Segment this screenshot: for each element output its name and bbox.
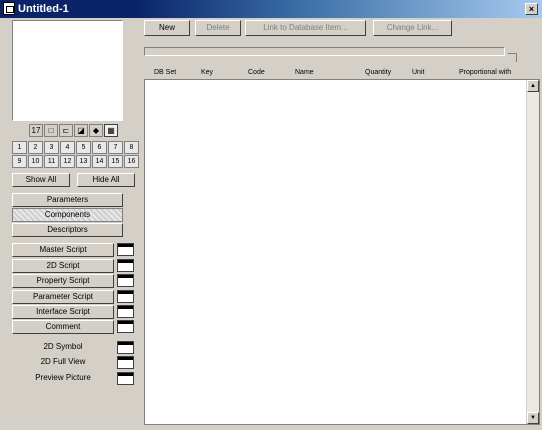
layer-button-10[interactable]: 10 [28,155,43,168]
layer-button-8[interactable]: 8 [124,141,139,154]
new-button[interactable]: New [144,20,190,36]
window-title: Untitled-1 [18,3,69,15]
column-header-name[interactable]: Name [295,69,314,76]
window-icon[interactable] [117,274,134,287]
column-header-code[interactable]: Code [248,69,265,76]
layer-button-12[interactable]: 12 [60,155,75,168]
layer-number-grid: 1 2 3 4 5 6 7 8 9 10 11 12 13 14 15 16 [12,141,139,168]
layer-button-14[interactable]: 14 [92,155,107,168]
window-icon[interactable] [117,243,134,256]
column-header-proportional[interactable]: Proportional with [459,69,511,76]
title-bar[interactable]: Untitled-1 × [0,0,542,18]
layer-button-15[interactable]: 15 [108,155,123,168]
layer-button-2[interactable]: 2 [28,141,43,154]
tab-parameters[interactable]: Parameters [12,193,123,207]
layer-button-6[interactable]: 6 [92,141,107,154]
view-monitor-icon[interactable]: ⊏ [59,124,73,137]
master-script-button[interactable]: Master Script [12,243,114,257]
window-icon[interactable] [117,372,134,385]
tab-components[interactable]: Components [12,208,123,222]
window-icon[interactable] [117,356,134,369]
window-icon[interactable] [117,290,134,303]
interface-script-button[interactable]: Interface Script [12,305,114,319]
column-header-key[interactable]: Key [201,69,213,76]
layer-button-1[interactable]: 1 [12,141,27,154]
change-link-button[interactable]: Change Link... [373,20,452,36]
resize-tick [508,53,517,62]
comment-button[interactable]: Comment [12,320,114,334]
layer-button-7[interactable]: 7 [108,141,123,154]
vertical-scrollbar[interactable]: ▲ ▼ [526,80,539,424]
window-icon[interactable] [117,259,134,272]
window-icon[interactable] [117,341,134,354]
layer-button-13[interactable]: 13 [76,155,91,168]
layer-button-11[interactable]: 11 [44,155,59,168]
close-button[interactable]: × [525,3,538,15]
delete-button[interactable]: Delete [195,20,241,36]
layer-button-3[interactable]: 3 [44,141,59,154]
show-all-button[interactable]: Show All [12,173,70,187]
scroll-up-icon[interactable]: ▲ [527,80,539,92]
view-frame-icon[interactable]: □ [44,124,58,137]
property-script-button[interactable]: Property Script [12,274,114,288]
view-film-icon[interactable]: ▦ [104,124,118,137]
column-header-quantity[interactable]: Quantity [365,69,391,76]
preview-pane [12,20,123,121]
component-list[interactable]: ▲ ▼ [144,79,540,425]
layer-button-4[interactable]: 4 [60,141,75,154]
column-header-db-set[interactable]: DB Set [154,69,176,76]
layer-button-9[interactable]: 9 [12,155,27,168]
view-icon-bar: 17 □ ⊏ ◪ ◆ ▦ [29,124,118,137]
column-header-unit[interactable]: Unit [412,69,424,76]
tab-descriptors[interactable]: Descriptors [12,223,123,237]
2d-symbol-label: 2D Symbol [43,342,83,351]
window-icon[interactable] [117,320,134,333]
parameter-script-button[interactable]: Parameter Script [12,290,114,304]
window-icon[interactable] [117,305,134,318]
2d-full-view-label: 2D Full View [40,357,86,366]
view-solid-icon[interactable]: ◆ [89,124,103,137]
scroll-down-icon[interactable]: ▼ [527,412,539,424]
status-bar [144,47,505,56]
layer-button-5[interactable]: 5 [76,141,91,154]
2d-script-button[interactable]: 2D Script [12,259,114,273]
document-icon [3,2,15,15]
view-2d-icon[interactable]: 17 [29,124,43,137]
hide-all-button[interactable]: Hide All [77,173,135,187]
layer-button-16[interactable]: 16 [124,155,139,168]
link-database-button[interactable]: Link to Database Item... [245,20,366,36]
preview-picture-label: Preview Picture [35,373,91,382]
view-3d-icon[interactable]: ◪ [74,124,88,137]
